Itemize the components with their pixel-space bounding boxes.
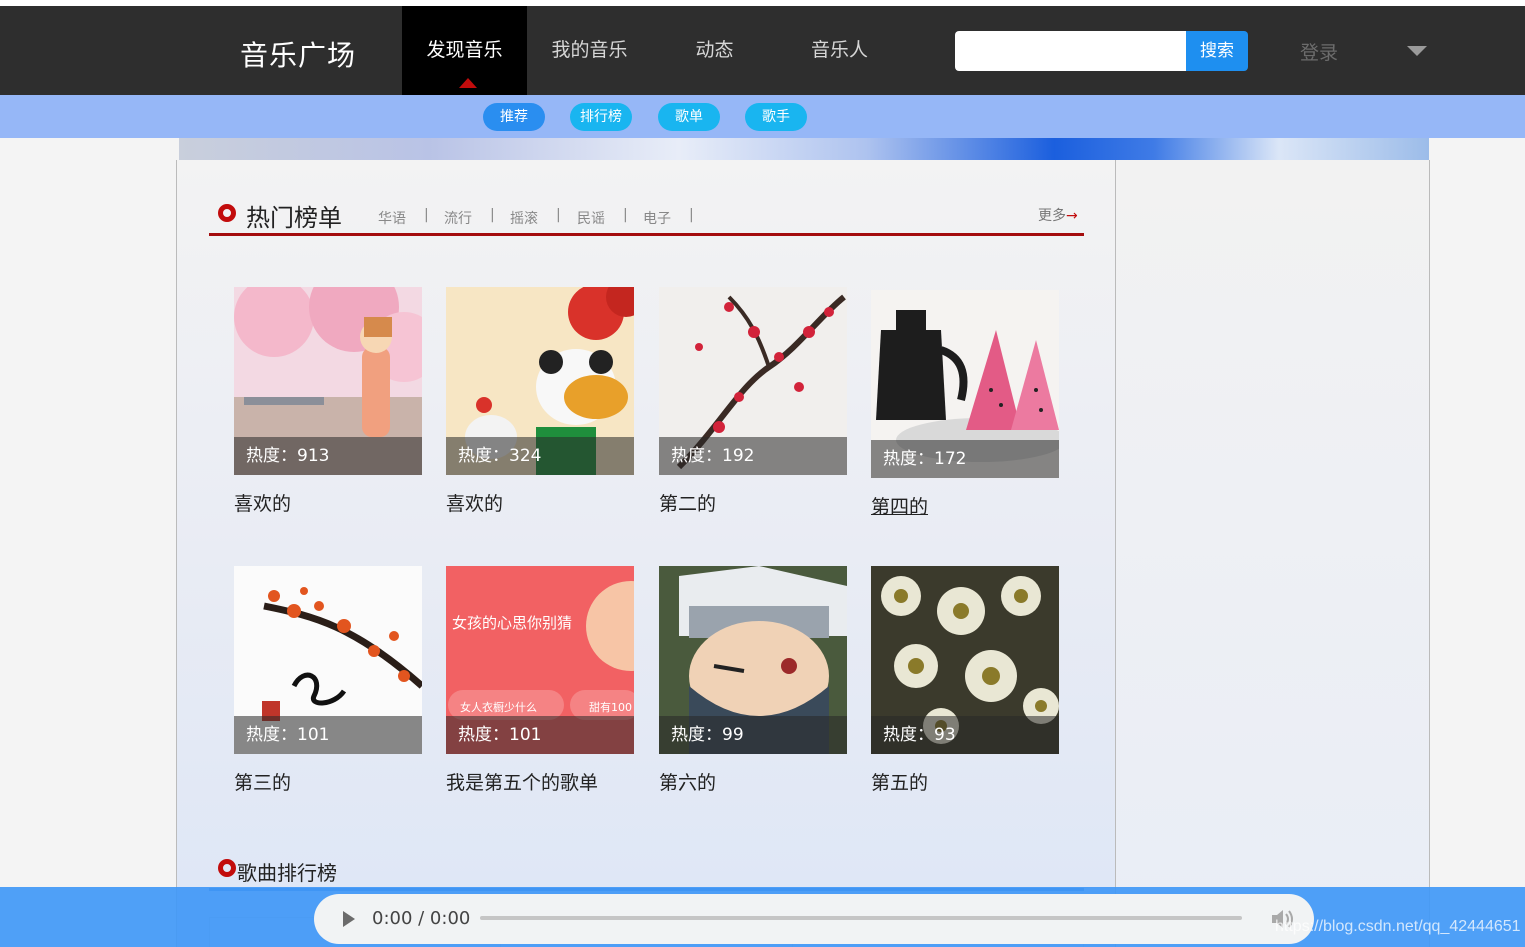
- playlist-name[interactable]: 第五的: [871, 768, 1059, 795]
- nav-my-music[interactable]: 我的音乐: [527, 6, 652, 95]
- nav-musicians[interactable]: 音乐人: [777, 6, 902, 95]
- subnav-charts[interactable]: 排行榜: [570, 103, 632, 131]
- playlist-name[interactable]: 第六的: [659, 768, 847, 795]
- category-separator: |: [424, 207, 429, 223]
- section-divider: [209, 233, 1084, 236]
- watermark: https://blog.csdn.net/qq_42444651: [1275, 918, 1521, 935]
- playlist-card[interactable]: 热度：192 第二的: [659, 287, 847, 516]
- playlist-card[interactable]: 热度：99 第六的: [659, 566, 847, 795]
- category-rock[interactable]: 摇滚: [510, 208, 538, 228]
- heat-label: 热度：913: [234, 437, 422, 475]
- heat-label: 热度：172: [871, 440, 1059, 478]
- category-folk[interactable]: 民谣: [577, 208, 605, 228]
- search-button[interactable]: 搜索: [1186, 31, 1248, 71]
- panda-new-year-cover-icon[interactable]: 热度：324: [446, 287, 634, 475]
- plum-calligraphy-cover-icon[interactable]: 热度：101: [234, 566, 422, 754]
- chevron-down-icon[interactable]: [1407, 46, 1427, 56]
- playlist-name[interactable]: 第二的: [659, 489, 847, 516]
- plum-blossom-cover-icon[interactable]: 热度：192: [659, 287, 847, 475]
- playlist-name[interactable]: 喜欢的: [446, 489, 634, 516]
- search-input[interactable]: [955, 31, 1187, 71]
- play-icon[interactable]: [343, 911, 355, 927]
- heat-label: 热度：101: [446, 716, 634, 754]
- cover-chip: 女人衣橱少什么: [460, 701, 537, 714]
- category-separator: |: [689, 207, 694, 223]
- login-link[interactable]: 登录: [1300, 38, 1338, 65]
- main-content: [176, 160, 1116, 947]
- active-nav-indicator: [459, 78, 477, 88]
- subnav-playlists[interactable]: 歌单: [658, 103, 720, 131]
- sub-navigation: 推荐 排行榜 歌单 歌手: [0, 95, 1525, 138]
- playlist-name[interactable]: 第四的: [871, 492, 1059, 519]
- song-ranking-title: 歌曲排行榜: [237, 861, 337, 885]
- category-electronic[interactable]: 电子: [643, 208, 671, 228]
- playlist-card[interactable]: 热度：93 第五的: [871, 566, 1059, 795]
- player-time: 0:00 / 0:00: [372, 908, 471, 929]
- playlist-card[interactable]: 女孩的心思你别猜 女人衣橱少什么 甜有100 热度：101 我是第五个的歌单: [446, 566, 634, 795]
- category-separator: |: [556, 207, 561, 223]
- section-bullet-icon: [218, 859, 236, 877]
- category-separator: |: [490, 207, 495, 223]
- heat-label: 热度：324: [446, 437, 634, 475]
- playlist-name[interactable]: 喜欢的: [234, 489, 422, 516]
- progress-track[interactable]: [480, 916, 1242, 920]
- playlist-card[interactable]: 热度：913 喜欢的: [234, 287, 422, 516]
- category-chinese[interactable]: 华语: [378, 208, 406, 228]
- top-header: 音乐广场 发现音乐 我的音乐 动态 音乐人 搜索 登录: [0, 6, 1525, 95]
- category-separator: |: [623, 207, 628, 223]
- heat-label: 热度：93: [871, 716, 1059, 754]
- sakura-girl-cover-icon[interactable]: 热度：913: [234, 287, 422, 475]
- playlist-card[interactable]: 热度：324 喜欢的: [446, 287, 634, 516]
- right-sidebar: [1116, 160, 1430, 947]
- playlist-name[interactable]: 第三的: [234, 768, 422, 795]
- more-link[interactable]: 更多→: [1038, 205, 1078, 225]
- daisy-cover-icon[interactable]: 热度：93: [871, 566, 1059, 754]
- playlist-card[interactable]: 热度：101 第三的: [234, 566, 422, 795]
- heat-label: 热度：101: [234, 716, 422, 754]
- heat-label: 热度：192: [659, 437, 847, 475]
- banner-image: [179, 138, 1429, 160]
- heat-label: 热度：99: [659, 716, 847, 754]
- category-pop[interactable]: 流行: [444, 208, 472, 228]
- ninja-cover-icon[interactable]: 热度：99: [659, 566, 847, 754]
- site-logo[interactable]: 音乐广场: [240, 34, 356, 74]
- cover-chip: 甜有100: [589, 701, 632, 714]
- pink-banner-cover-icon[interactable]: 女孩的心思你别猜 女人衣橱少什么 甜有100 热度：101: [446, 566, 634, 754]
- subnav-artists[interactable]: 歌手: [745, 103, 807, 131]
- hot-charts-title: 热门榜单: [246, 204, 342, 232]
- teapot-watermelon-cover-icon[interactable]: 热度：172: [871, 290, 1059, 478]
- section-bullet-icon: [218, 204, 236, 222]
- subnav-recommend[interactable]: 推荐: [483, 103, 545, 131]
- playlist-name[interactable]: 我是第五个的歌单: [446, 768, 634, 795]
- playlist-card[interactable]: 热度：172 第四的: [871, 290, 1059, 519]
- arrow-right-icon: →: [1066, 208, 1078, 224]
- nav-activity[interactable]: 动态: [652, 6, 777, 95]
- cover-text: 女孩的心思你别猜: [452, 614, 573, 632]
